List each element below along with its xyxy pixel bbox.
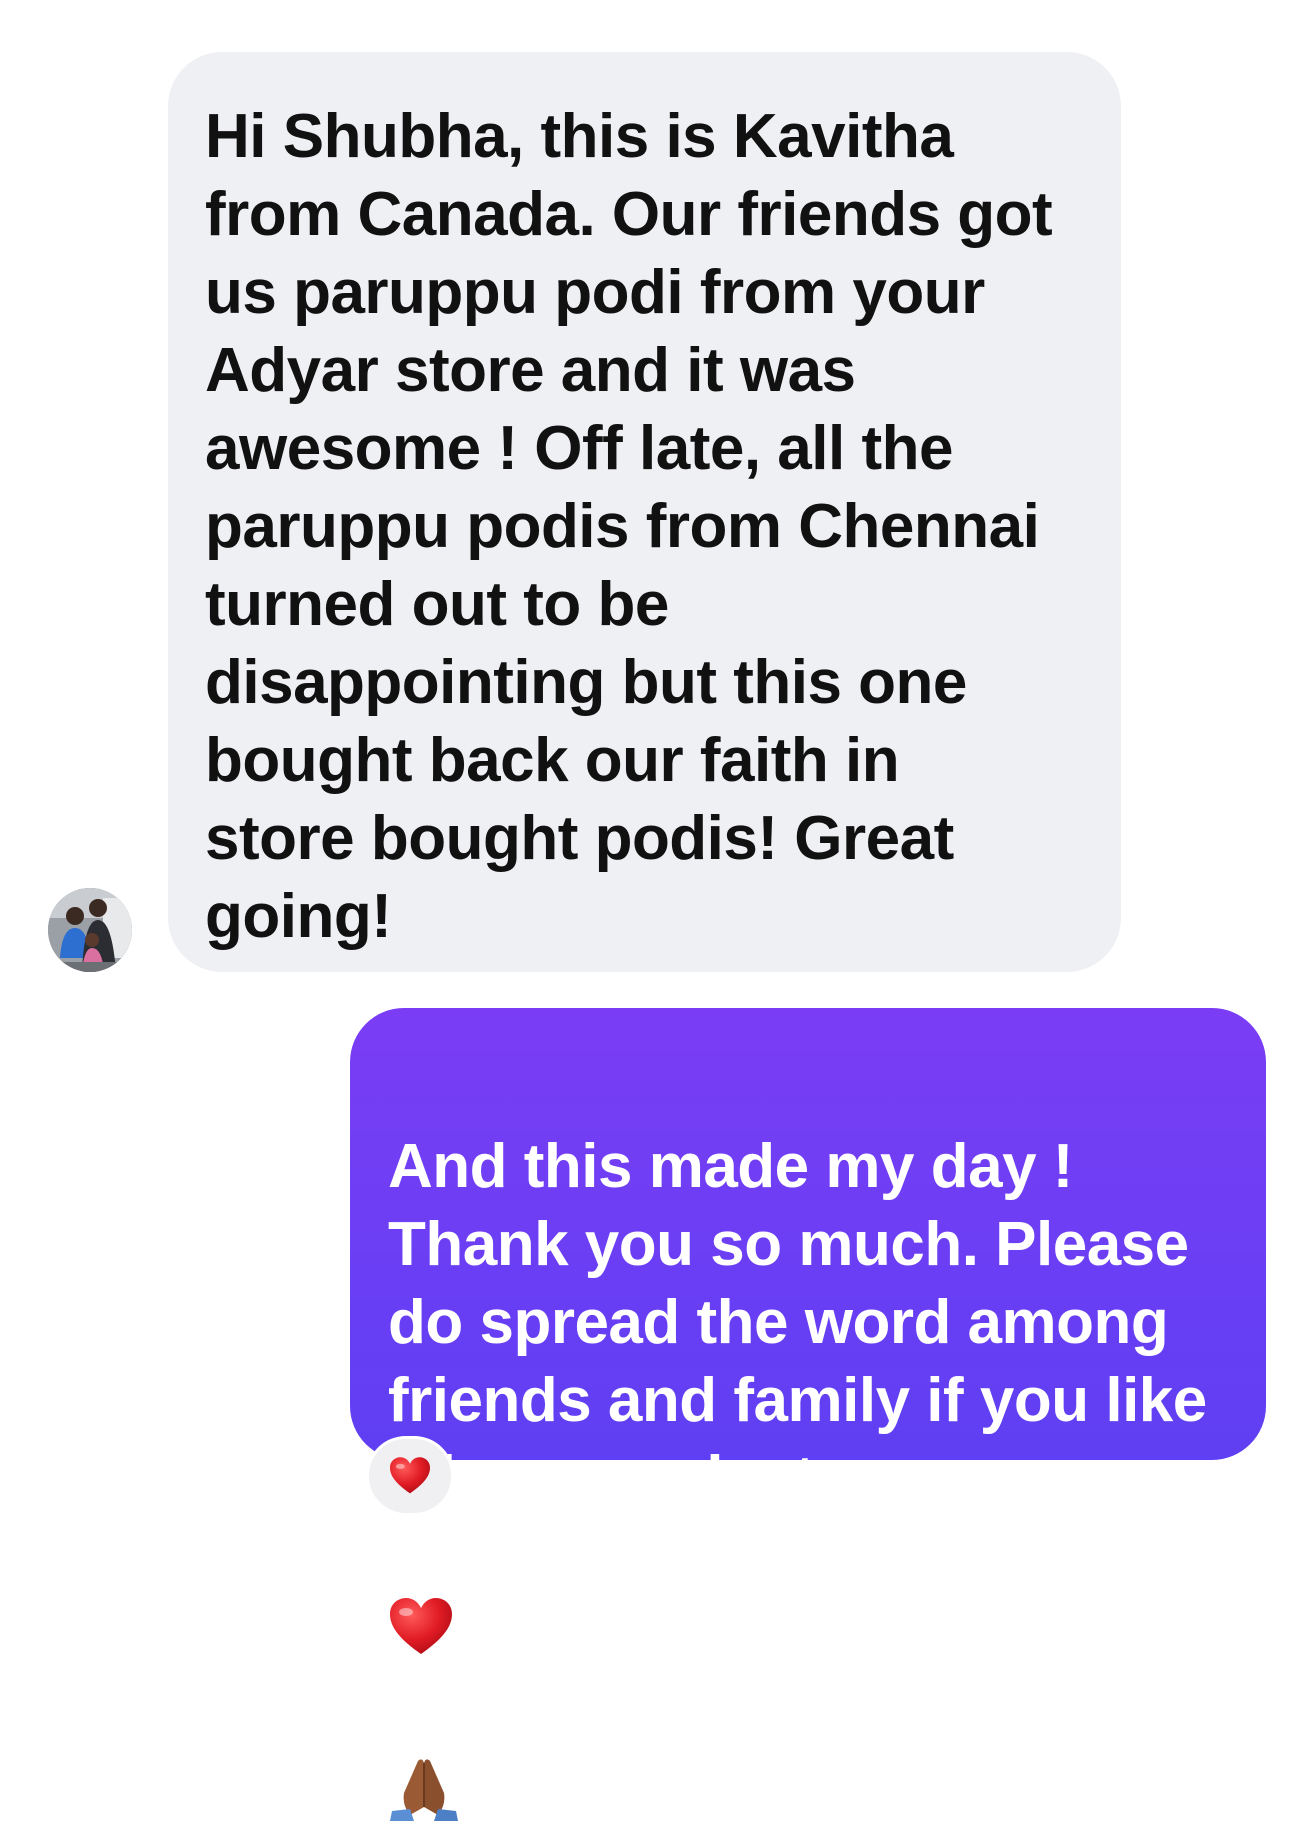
- contact-avatar[interactable]: [48, 888, 132, 972]
- heart-reaction-badge[interactable]: [366, 1436, 454, 1516]
- incoming-message-bubble[interactable]: Hi Shubha, this is Kavitha from Canada. …: [168, 52, 1121, 972]
- red-heart-icon: [388, 1518, 454, 1677]
- contact-photo-icon: [48, 888, 132, 972]
- red-heart-icon: [390, 1457, 430, 1494]
- outgoing-message-bubble[interactable]: And this made my day ! Thank you so much…: [350, 1008, 1266, 1821]
- outgoing-message-text: And this made my day ! Thank you so much…: [388, 1132, 1207, 1513]
- folded-hands-icon: [388, 1677, 460, 1842]
